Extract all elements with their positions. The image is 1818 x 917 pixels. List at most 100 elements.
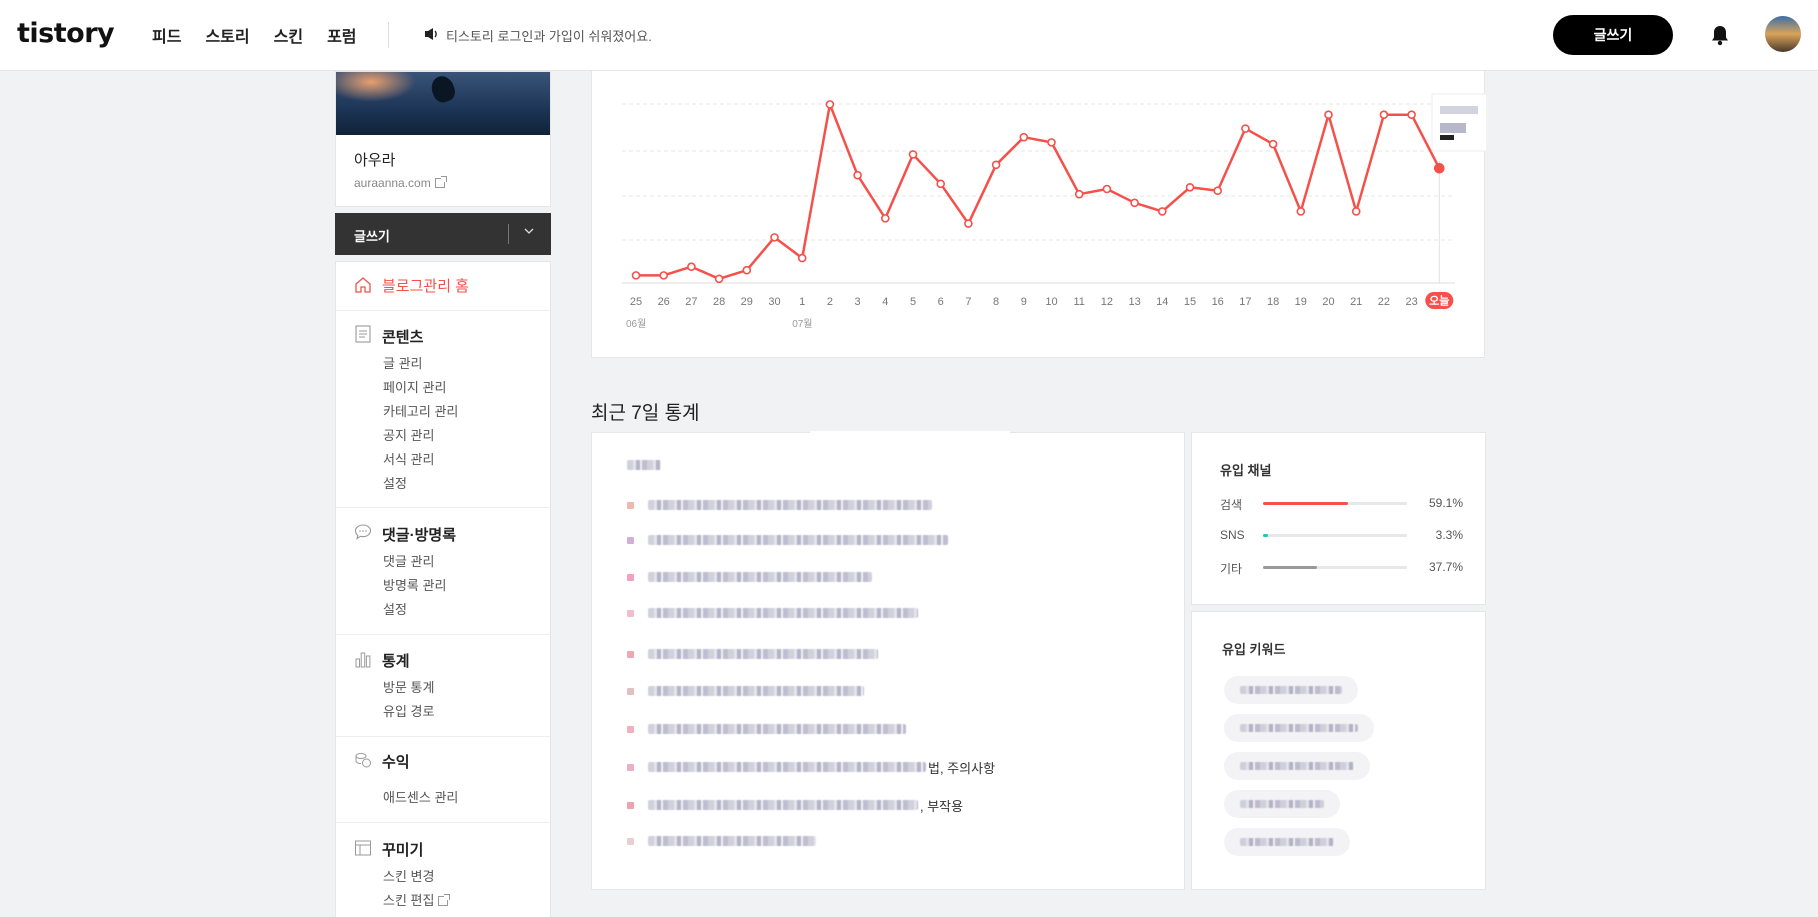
- popular-post-item[interactable]: [627, 495, 934, 515]
- section-revenue[interactable]: 수익: [382, 751, 410, 772]
- write-button[interactable]: 글쓰기: [1553, 15, 1673, 55]
- sidebar-item-page-manage[interactable]: 페이지 관리: [383, 377, 446, 396]
- data-point: [1407, 110, 1416, 120]
- x-tick-label: 23: [1405, 296, 1417, 308]
- popular-post-item[interactable]: [627, 719, 908, 739]
- sidebar-item-skin-edit[interactable]: 스킨 편집: [383, 890, 451, 909]
- post-title-suffix: , 부작용: [920, 798, 964, 814]
- data-point: [1433, 162, 1445, 174]
- x-tick-label: 14: [1156, 296, 1168, 308]
- x-tick-label: 8: [993, 296, 999, 308]
- x-tick-label: 10: [1045, 296, 1057, 308]
- x-tick-label: 13: [1128, 296, 1140, 308]
- sidebar-item-guestbook-manage[interactable]: 방명록 관리: [383, 575, 446, 594]
- keyword-chip[interactable]: [1224, 752, 1370, 780]
- menu-divider: [336, 310, 550, 311]
- x-tick-label: 18: [1267, 296, 1279, 308]
- data-point: [1130, 198, 1139, 208]
- data-point: [1351, 207, 1361, 216]
- post-title-blurred: [648, 686, 864, 696]
- popular-post-item[interactable]: [627, 603, 920, 623]
- tooltip-blurred-text: [1440, 135, 1454, 140]
- rank-marker: [627, 609, 634, 617]
- data-point: [714, 274, 724, 284]
- bar-chart-icon: [355, 652, 371, 668]
- sidebar-item-post-manage[interactable]: 글 관리: [383, 353, 423, 372]
- popular-post-item[interactable]: [627, 831, 818, 851]
- data-point: [1268, 139, 1278, 149]
- menu-divider: [336, 634, 550, 635]
- bell-icon[interactable]: [1710, 24, 1730, 46]
- data-point: [825, 100, 835, 109]
- sidebar-write-button[interactable]: 글쓰기: [335, 213, 551, 255]
- channel-value: 37.7%: [1428, 560, 1463, 574]
- sidebar-home-label: 블로그관리 홈: [382, 278, 469, 295]
- section-stats[interactable]: 통계: [382, 650, 410, 671]
- rank-marker: [627, 801, 634, 809]
- sidebar-item-category-manage[interactable]: 카테고리 관리: [383, 401, 458, 420]
- x-tick-label: 27: [685, 296, 697, 308]
- nav-skin[interactable]: 스킨: [274, 23, 303, 47]
- data-point: [853, 170, 862, 180]
- admin-menu: 블로그관리 홈 콘텐츠 글 관리 페이지 관리 카테고리 관리 공지 관리 서식…: [335, 261, 551, 917]
- popular-post-item[interactable]: 법, 주의사항: [627, 757, 995, 777]
- inflow-channel-card: 유입 채널 검색 59.1% SNS 3.3% 기타 37.7%: [1191, 432, 1486, 605]
- x-tick-label: 오늘: [1429, 295, 1449, 308]
- popular-post-item[interactable]: [627, 681, 866, 701]
- visit-chart-card: 25 26 27 28 29 30 1 2 3 4 5 6 7 8 9 10 11 12 13 14 15 16 17 18 1…: [591, 71, 1486, 358]
- user-avatar[interactable]: [1765, 16, 1801, 52]
- month-label: 06월: [626, 318, 646, 330]
- channel-value: 59.1%: [1428, 496, 1463, 510]
- post-title-blurred: [648, 608, 918, 618]
- sidebar-item-visit-stats[interactable]: 방문 통계: [383, 677, 434, 696]
- nav-feed[interactable]: 피드: [152, 23, 181, 47]
- blog-name[interactable]: 아우라: [354, 149, 395, 170]
- x-tick-label: 3: [855, 296, 861, 308]
- month-label: 07월: [792, 318, 812, 330]
- nav-story[interactable]: 스토리: [205, 23, 249, 47]
- section-design[interactable]: 꾸미기: [382, 839, 423, 860]
- x-tick-label: 28: [713, 296, 725, 308]
- post-title-blurred: [648, 649, 878, 659]
- inflow-keyword-title: 유입 키워드: [1222, 642, 1286, 657]
- keyword-chip[interactable]: [1224, 676, 1358, 704]
- sidebar-item-notice-manage[interactable]: 공지 관리: [383, 425, 434, 444]
- sidebar-item-adsense[interactable]: 애드센스 관리: [383, 787, 458, 806]
- data-point: [964, 219, 973, 228]
- data-point: [908, 150, 918, 159]
- sidebar-item-template-manage[interactable]: 서식 관리: [383, 449, 434, 468]
- notice-text[interactable]: 티스토리 로그인과 가입이 쉬워졌어요.: [446, 26, 652, 45]
- post-title-suffix: 법, 주의사항: [928, 760, 996, 776]
- x-tick-label: 15: [1184, 296, 1196, 308]
- nav-forum[interactable]: 포럼: [327, 23, 356, 47]
- popular-post-item[interactable]: [627, 567, 874, 587]
- visit-line-chart[interactable]: 25 26 27 28 29 30 1 2 3 4 5 6 7 8 9 10 11 12 13 14 15 16 17 18 1…: [592, 71, 1486, 358]
- channel-row-search: 검색 59.1%: [1220, 495, 1463, 512]
- menu-divider: [336, 736, 550, 737]
- sidebar-item-comment-settings[interactable]: 설정: [383, 599, 407, 618]
- keyword-chip[interactable]: [1224, 828, 1350, 856]
- channel-row-sns: SNS 3.3%: [1220, 527, 1463, 543]
- channel-bar-fill: [1263, 534, 1268, 537]
- sidebar-item-comment-manage[interactable]: 댓글 관리: [383, 551, 434, 570]
- blog-url-link[interactable]: auraanna.com: [354, 176, 447, 190]
- tistory-logo[interactable]: tistory: [17, 18, 115, 49]
- popular-post-item[interactable]: , 부작용: [627, 795, 963, 815]
- chevron-down-icon[interactable]: [523, 225, 535, 237]
- data-point: [1047, 138, 1056, 147]
- popular-post-item[interactable]: [627, 530, 950, 550]
- section-content[interactable]: 콘텐츠: [382, 326, 423, 347]
- popular-post-item[interactable]: [627, 644, 880, 664]
- rank-marker: [627, 573, 634, 581]
- external-link-icon: [438, 894, 451, 906]
- sidebar-item-referrer[interactable]: 유입 경로: [383, 701, 434, 720]
- keyword-chip[interactable]: [1224, 790, 1340, 818]
- x-tick-label: 26: [658, 296, 670, 308]
- keyword-chip[interactable]: [1224, 714, 1374, 742]
- channel-value: 3.3%: [1435, 528, 1463, 542]
- sidebar-item-skin-change[interactable]: 스킨 변경: [383, 866, 434, 885]
- sidebar-item-content-settings[interactable]: 설정: [383, 473, 407, 492]
- section-comments[interactable]: 댓글·방명록: [382, 524, 456, 545]
- x-tick-label: 5: [910, 296, 916, 308]
- posts-card-heading: [627, 455, 661, 475]
